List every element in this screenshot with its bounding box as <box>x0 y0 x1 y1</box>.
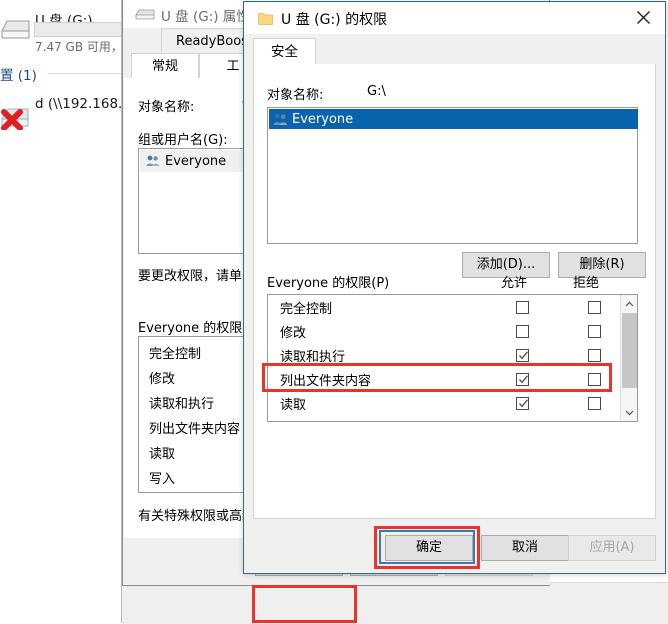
allow-checkbox[interactable] <box>516 396 529 410</box>
properties-perm-row[interactable]: 写入 <box>149 468 175 487</box>
table-row[interactable]: 修改 <box>268 319 620 343</box>
hard-drive-icon <box>1 20 30 39</box>
properties-perm-row[interactable]: 完全控制 <box>149 343 201 362</box>
properties-advanced-text: 有关特殊权限或高级 <box>138 509 256 524</box>
dialog-group-listbox[interactable]: Everyone <box>267 107 638 244</box>
dialog-permissions-label: Everyone 的权限(P) <box>267 276 390 291</box>
allow-checkbox[interactable] <box>516 420 529 421</box>
deny-checkbox[interactable] <box>588 348 601 362</box>
dialog-tab-strip[interactable]: 安全 <box>253 38 656 66</box>
permissions-scrollbar[interactable] <box>620 295 637 421</box>
properties-permissions-label: Everyone 的权限( <box>138 321 248 336</box>
dialog-cancel-button[interactable]: 取消 <box>481 535 569 561</box>
dialog-body: 对象名称: G:\ 组或用户名(G): Everyone 添加(D)... 删除… <box>253 64 656 519</box>
permission-name: 完全控制 <box>280 301 333 317</box>
drive-icon <box>135 9 155 20</box>
list-item[interactable]: Everyone <box>269 109 638 129</box>
permission-name: 读取和执行 <box>280 349 346 365</box>
deny-checkbox[interactable] <box>588 324 601 338</box>
list-item-label: Everyone <box>292 111 354 127</box>
dialog-title: U 盘 (G:) 的权限 <box>281 12 388 28</box>
allow-checkbox[interactable] <box>516 324 529 338</box>
properties-hint-text: 要更改权限，请单击 <box>138 269 256 284</box>
tab-general[interactable]: 常规 <box>131 53 199 78</box>
close-icon[interactable] <box>621 2 665 33</box>
explorer-status-bar <box>122 582 668 624</box>
properties-perm-row[interactable]: 读取 <box>149 443 175 462</box>
table-row[interactable]: 完全控制 <box>268 295 620 319</box>
permission-name: 列出文件夹内容 <box>280 373 372 389</box>
explorer-drive-capacity-text: 7.47 GB 可用，共 <box>35 40 135 54</box>
properties-perm-row[interactable]: 修改 <box>149 368 175 387</box>
network-drive-error-icon <box>1 108 29 130</box>
properties-perm-row[interactable]: 列出文件夹内容 <box>149 418 240 437</box>
list-item-label: Everyone <box>165 153 227 169</box>
checkmark-icon <box>519 374 528 383</box>
column-header-allow: 允许 <box>500 276 527 291</box>
allow-checkbox[interactable] <box>516 300 529 314</box>
allow-checkbox[interactable] <box>516 372 529 386</box>
deny-checkbox[interactable] <box>588 300 601 314</box>
table-row[interactable]: 读取 <box>268 391 620 415</box>
scrollbar-thumb[interactable] <box>622 313 637 388</box>
properties-group-label: 组或用户名(G): <box>138 133 228 148</box>
deny-checkbox[interactable] <box>588 420 601 421</box>
table-row[interactable]: 读取和执行 <box>268 343 620 367</box>
properties-perm-row[interactable]: 读取和执行 <box>149 393 214 412</box>
checkmark-icon <box>519 398 528 407</box>
table-row[interactable]: 列出文件夹内容 <box>268 367 620 391</box>
dialog-footer: 确定 取消 应用(A) <box>245 522 664 573</box>
dialog-title-bar: U 盘 (G:) 的权限 <box>244 2 665 34</box>
dialog-ok-button[interactable]: 确定 <box>385 535 473 561</box>
allow-checkbox[interactable] <box>516 348 529 362</box>
users-group-icon <box>273 113 288 125</box>
checkmark-icon <box>519 350 528 359</box>
permission-name: 修改 <box>280 325 307 341</box>
table-row[interactable]: 写入 <box>268 415 620 422</box>
permissions-listbox[interactable]: 完全控制 修改 读取和执行 列出文件夹内容 读取 <box>267 294 638 422</box>
users-group-icon <box>146 155 160 166</box>
chevron-up-icon[interactable] <box>621 295 637 312</box>
properties-title: U 盘 (G:) 属性 <box>161 9 250 25</box>
tab-security[interactable]: 安全 <box>253 38 316 65</box>
dialog-object-name-label: 对象名称: <box>267 88 324 103</box>
folder-icon <box>258 13 273 25</box>
deny-checkbox[interactable] <box>588 372 601 386</box>
permission-name: 写入 <box>280 418 306 422</box>
permissions-dialog[interactable]: U 盘 (G:) 的权限 安全 对象名称: G:\ 组或用户名(G): Ever… <box>243 1 666 574</box>
properties-object-name-label: 对象名称: <box>138 100 195 115</box>
explorer-group-header: 置 (1) <box>0 68 37 84</box>
dialog-apply-button: 应用(A) <box>568 535 656 561</box>
chevron-down-icon[interactable] <box>621 404 637 421</box>
column-header-deny: 拒绝 <box>572 276 599 291</box>
dialog-object-name-value: G:\ <box>367 84 386 99</box>
deny-checkbox[interactable] <box>588 396 601 410</box>
permission-name: 读取 <box>280 397 307 413</box>
